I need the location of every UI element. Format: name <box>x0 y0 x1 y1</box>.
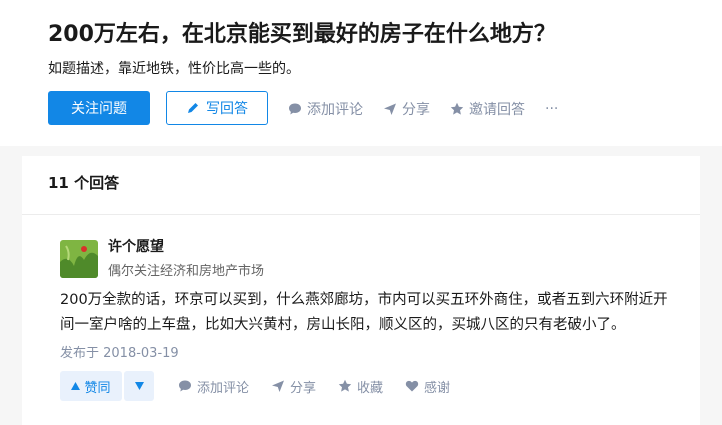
answer-collect-button[interactable]: 收藏 <box>338 377 383 396</box>
answer-add-comment-button[interactable]: 添加评论 <box>178 377 249 396</box>
answer-thanks-button[interactable]: 感谢 <box>405 377 450 396</box>
author-name[interactable]: 许个愿望 <box>108 236 164 256</box>
question-header: 200万左右，在北京能买到最好的房子在什么地方？ 如题描述，靠近地铁，性价比高一… <box>0 0 722 146</box>
answer-collect-label: 收藏 <box>357 380 384 396</box>
comment-icon <box>289 103 301 115</box>
answer-thanks-label: 感谢 <box>424 380 451 396</box>
question-title[interactable]: 200万左右，在北京能买到最好的房子在什么地方？ <box>48 16 556 48</box>
add-comment-label: 添加评论 <box>307 102 363 118</box>
answer-date[interactable]: 发布于 2018-03-19 <box>60 342 179 361</box>
divider <box>22 214 700 215</box>
heart-icon <box>405 380 419 392</box>
follow-question-button[interactable]: 关注问题 <box>48 91 150 125</box>
write-answer-button[interactable]: 写回答 <box>166 91 268 125</box>
answers-section: 11 个回答 许个愿望 偶尔关注经济和房地产市场 200万全款的话，环京可以买到… <box>22 156 700 425</box>
answer-actions: 添加评论 分享 收藏 感谢 <box>178 375 450 397</box>
avatar-image <box>60 240 98 278</box>
vote-up-label: 赞同 <box>84 380 111 396</box>
follow-question-label: 关注问题 <box>71 101 127 117</box>
answer-count: 11 个回答 <box>48 174 120 192</box>
author-bio: 偶尔关注经济和房地产市场 <box>108 264 265 279</box>
add-comment-button[interactable]: 添加评论 <box>288 99 363 119</box>
invite-answer-label: 邀请回答 <box>469 102 525 118</box>
write-answer-label: 写回答 <box>206 101 248 117</box>
answer-share-button[interactable]: 分享 <box>271 377 316 396</box>
vote-up-button[interactable]: 赞同 <box>60 371 122 401</box>
answer-content: 200万全款的话，环京可以买到，什么燕郊廊坊，市内可以买五环外商住，或者五到六环… <box>60 292 668 333</box>
answer-add-comment-label: 添加评论 <box>197 380 250 396</box>
share-icon <box>384 103 396 115</box>
more-icon: ··· <box>545 101 559 117</box>
share-icon <box>272 380 285 392</box>
invite-answer-button[interactable]: 邀请回答 <box>450 99 525 119</box>
star-icon <box>338 379 352 392</box>
share-button[interactable]: 分享 <box>383 99 430 119</box>
answer-share-label: 分享 <box>290 380 317 396</box>
question-actions: 添加评论 分享 邀请回答 ··· <box>288 98 558 120</box>
share-label: 分享 <box>402 102 430 118</box>
avatar[interactable] <box>60 240 98 278</box>
triangle-down-icon <box>134 382 144 390</box>
triangle-up-icon <box>71 382 81 390</box>
comment-icon <box>179 380 191 392</box>
more-button[interactable]: ··· <box>545 101 558 117</box>
vote-down-button[interactable] <box>124 371 154 401</box>
pencil-icon <box>188 103 198 113</box>
question-detail: 如题描述，靠近地铁，性价比高一些的。 <box>48 61 300 77</box>
star-icon <box>450 102 464 115</box>
